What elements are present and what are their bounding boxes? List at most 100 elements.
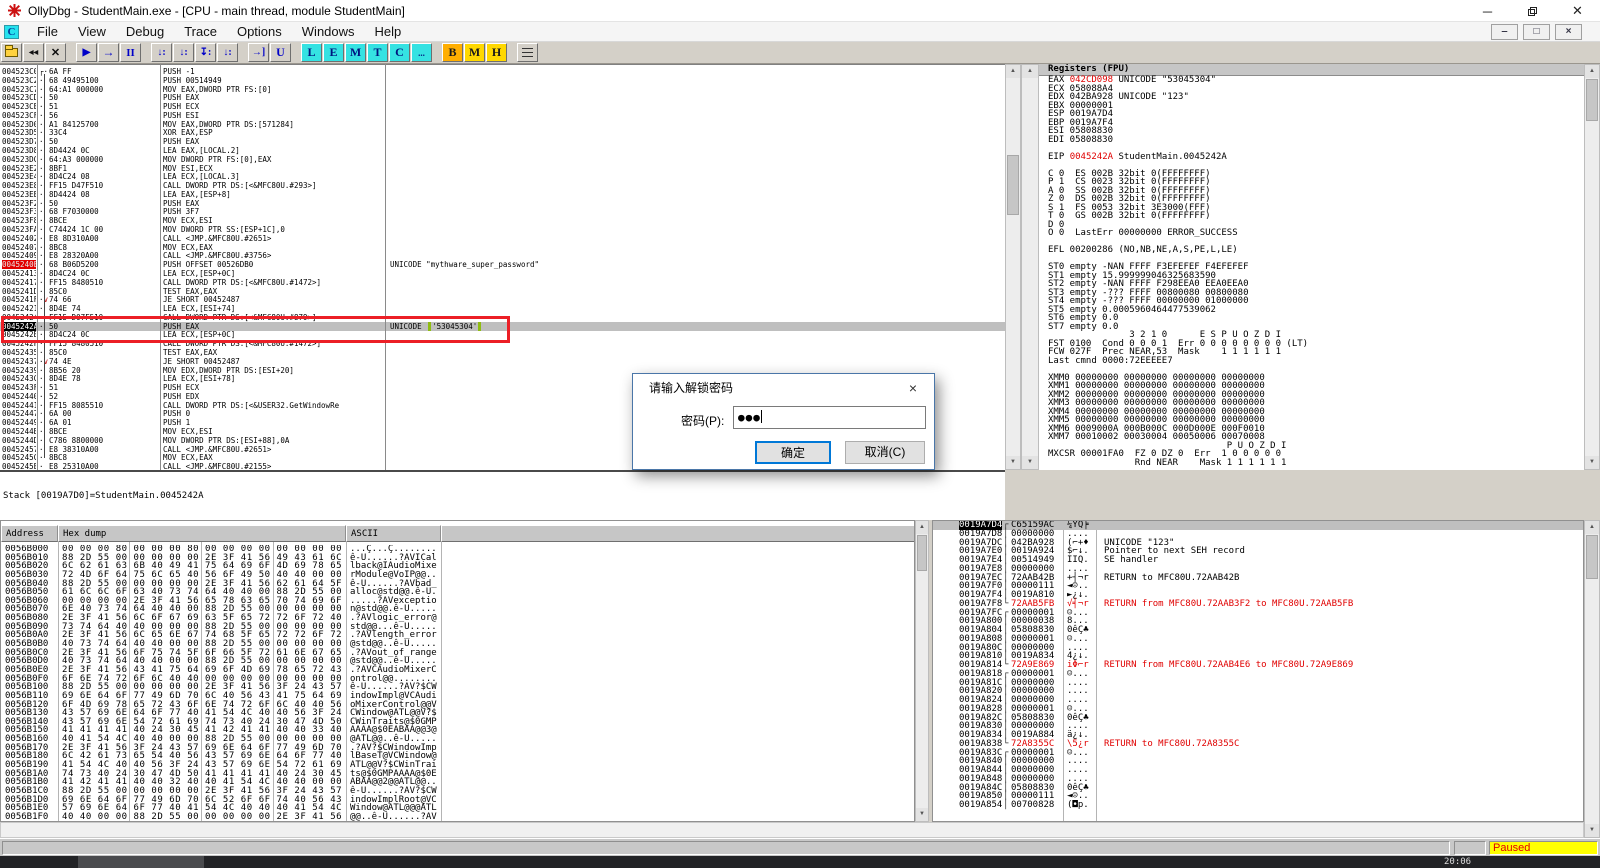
goto-user-code-button[interactable]: U xyxy=(270,43,291,62)
dump-header-address[interactable]: Address xyxy=(1,525,58,542)
menu-item-file[interactable]: File xyxy=(27,22,68,41)
disasm-row[interactable]: 004523D0·A1 84125700MOV EAX,DWORD PTR DS… xyxy=(0,120,1005,129)
disasm-row[interactable]: 0045241D·85C0TEST EAX,EAX xyxy=(0,287,1005,296)
disasm-row[interactable]: 00452417·FF15 8480510CALL DWORD PTR DS:[… xyxy=(0,278,1005,287)
run-thread-button[interactable]: → xyxy=(98,43,119,62)
register-line[interactable]: EBX 00000001 xyxy=(1039,102,1584,111)
open-file-button[interactable] xyxy=(1,43,22,62)
menu-item-options[interactable]: Options xyxy=(227,22,292,41)
disasm-row[interactable]: 004523E4·8D4C24 08LEA ECX,[LOCAL.3] xyxy=(0,172,1005,181)
disasm-row[interactable]: 004523F8·8BCEMOV ECX,ESI xyxy=(0,216,1005,225)
disasm-scroll-thumb[interactable] xyxy=(1007,155,1019,215)
disasm-row[interactable]: 004523D5·33C4XOR EAX,ESP xyxy=(0,128,1005,137)
disasm-row[interactable]: 00452435·85C0TEST EAX,EAX xyxy=(0,348,1005,357)
register-line[interactable]: T 0 GS 002B 32bit 0(FFFFFFFF) xyxy=(1039,212,1584,221)
disasm-row[interactable]: 004523D8·8D4424 0CLEA EAX,[LOCAL.2] xyxy=(0,146,1005,155)
disasm-row[interactable]: 004523F2·50PUSH EAX xyxy=(0,199,1005,208)
disasm-row[interactable]: 00452402·E8 8D310A00CALL <JMP.&MFC80U.#2… xyxy=(0,234,1005,243)
options-list-button[interactable] xyxy=(517,43,538,62)
menu-item-view[interactable]: View xyxy=(68,22,116,41)
scroll-down-icon[interactable]: ▼ xyxy=(1022,456,1038,469)
register-line[interactable]: EBP 0019A7F4 xyxy=(1039,119,1584,128)
disasm-row[interactable]: 00452407·8BC8MOV ECX,EAX xyxy=(0,243,1005,252)
disasm-row[interactable]: 00452421·8D4E 74LEA ECX,[ESI+74] xyxy=(0,304,1005,313)
dialog-close-icon[interactable]: × xyxy=(893,375,933,401)
register-line[interactable]: Last cmnd 0000:72EEEEE7 xyxy=(1039,357,1584,366)
register-line[interactable]: EDX 042BA928 UNICODE "123" xyxy=(1039,93,1584,102)
scroll-down-icon[interactable]: ▼ xyxy=(916,808,928,821)
registers-pane[interactable]: Registers (FPU) EAX 042CD098 UNICODE "53… xyxy=(1039,64,1584,470)
menu-item-debug[interactable]: Debug xyxy=(116,22,174,41)
close-button[interactable]: ✕ xyxy=(1555,0,1600,22)
disasm-row[interactable]: 004523C2·68 49495100PUSH 00514949 xyxy=(0,76,1005,85)
restore-button[interactable] xyxy=(1510,0,1555,22)
stack-pane[interactable]: 0019A7D4┌C65159AC¼YQ╞0019A7D8│00000000..… xyxy=(932,520,1584,822)
register-line[interactable]: ST5 empty 0.0005960464477539062 xyxy=(1039,306,1584,315)
step-over-button[interactable]: ↓: xyxy=(173,43,194,62)
disasm-row[interactable]: 00452413·8D4C24 0CLEA ECX,[ESP+0C] xyxy=(0,269,1005,278)
taskbar-app-segment[interactable] xyxy=(78,856,204,868)
password-input[interactable]: ●●● xyxy=(733,406,926,429)
register-line[interactable]: EIP 0045242A StudentMain.0045242A xyxy=(1039,153,1584,162)
disasm-row[interactable]: 004523FA·C74424 1C 00MOV DWORD PTR SS:[E… xyxy=(0,225,1005,234)
cpu-mdi-icon[interactable]: C xyxy=(4,25,19,39)
run-button[interactable]: ▶ xyxy=(76,43,97,62)
register-line[interactable]: ESP 0019A7D4 xyxy=(1039,110,1584,119)
disasm-row[interactable]: 0045241F·v74 66JE SHORT 00452487 xyxy=(0,295,1005,304)
close-process-button[interactable]: ✕ xyxy=(45,43,66,62)
execute-till-return-button[interactable]: →] xyxy=(248,43,269,62)
menu-item-help[interactable]: Help xyxy=(365,22,412,41)
disasm-row[interactable]: 0045240E·68 B06D5200PUSH OFFSET 00526DB0… xyxy=(0,260,1005,269)
disasm-row[interactable]: 004523C0┌·6A FFPUSH -1 xyxy=(0,67,1005,76)
disasm-row[interactable]: 004523E8·FF15 D47F510CALL DWORD PTR DS:[… xyxy=(0,181,1005,190)
register-line[interactable]: O 0 LastErr 00000000 ERROR_SUCCESS xyxy=(1039,229,1584,238)
disasm-row[interactable]: 004523DC·64:A3 000000MOV DWORD PTR FS:[0… xyxy=(0,155,1005,164)
mdi-minimize-button[interactable]: ‒ xyxy=(1491,24,1518,40)
hex-dump-pane[interactable]: Address Hex dump ASCII 0056B00000 00 00 … xyxy=(0,520,915,822)
executables-window-button[interactable]: E xyxy=(323,43,344,62)
disasm-scrollbar[interactable]: ▲ ▼ xyxy=(1005,64,1021,470)
stack-row[interactable]: 0019A854│00700828(◘p. xyxy=(933,801,1583,810)
disasm-row[interactable]: 004523F3·68 F7030000PUSH 3F7 xyxy=(0,207,1005,216)
scroll-down-icon[interactable]: ▼ xyxy=(1585,824,1599,837)
scroll-up-icon[interactable]: ▲ xyxy=(1585,521,1599,534)
disasm-row[interactable]: 004523CD·50PUSH EAX xyxy=(0,93,1005,102)
restart-button[interactable]: ◀◀ xyxy=(23,43,44,62)
menu-item-trace[interactable]: Trace xyxy=(174,22,227,41)
step-into-button[interactable]: ↓: xyxy=(151,43,172,62)
minimize-button[interactable]: ─ xyxy=(1465,0,1510,22)
dump-header-hex[interactable]: Hex dump xyxy=(58,525,346,542)
ok-button[interactable]: 确定 xyxy=(755,441,831,464)
menu-item-windows[interactable]: Windows xyxy=(292,22,365,41)
registers-left-scrollbar[interactable]: ▲ ▼ xyxy=(1021,64,1039,470)
memory-breakpoints-button[interactable]: M xyxy=(464,43,485,62)
log-window-button[interactable]: L xyxy=(301,43,322,62)
scroll-up-icon[interactable]: ▲ xyxy=(916,521,928,534)
breakpoints-window-button[interactable]: B xyxy=(442,43,463,62)
disasm-row[interactable]: 004523EE·8D4424 08LEA EAX,[ESP+8] xyxy=(0,190,1005,199)
scroll-up-icon[interactable]: ▲ xyxy=(1006,65,1020,78)
disasm-row[interactable]: 00452437·v74 4EJE SHORT 00452487 xyxy=(0,357,1005,366)
register-line[interactable]: ST6 empty 0.0 xyxy=(1039,314,1584,323)
scroll-up-icon[interactable]: ▲ xyxy=(1022,65,1038,78)
dump-header-ascii[interactable]: ASCII xyxy=(346,525,441,542)
stack-scrollbar[interactable]: ▲ ▼ xyxy=(1584,520,1600,838)
more-windows-button[interactable]: ... xyxy=(411,43,432,62)
scroll-down-icon[interactable]: ▼ xyxy=(1006,456,1020,469)
dump-scrollbar[interactable]: ▲ ▼ xyxy=(915,520,929,822)
scroll-up-icon[interactable]: ▲ xyxy=(1585,65,1599,78)
mdi-restore-button[interactable]: □ xyxy=(1523,24,1550,40)
trace-over-button[interactable]: ↓: xyxy=(217,43,238,62)
disasm-row[interactable]: 004523E2·8BF1MOV ESI,ECX xyxy=(0,164,1005,173)
cpu-window-button[interactable]: C xyxy=(389,43,410,62)
disasm-row[interactable]: 00452409·E8 28320A00CALL <JMP.&MFC80U.#3… xyxy=(0,251,1005,260)
register-line[interactable]: EAX 042CD098 UNICODE "53045304" xyxy=(1039,76,1584,85)
disasm-row[interactable]: 004523CF·56PUSH ESI xyxy=(0,111,1005,120)
register-line[interactable]: Rnd NEAR Mask 1 1 1 1 1 1 xyxy=(1039,459,1584,468)
registers-scroll-thumb[interactable] xyxy=(1586,79,1598,121)
registers-scrollbar[interactable]: ▲ ▼ xyxy=(1584,64,1600,470)
threads-window-button[interactable]: T xyxy=(367,43,388,62)
memory-window-button[interactable]: M xyxy=(345,43,366,62)
stack-scroll-thumb[interactable] xyxy=(1586,535,1598,579)
trace-into-button[interactable]: ↧: xyxy=(195,43,216,62)
